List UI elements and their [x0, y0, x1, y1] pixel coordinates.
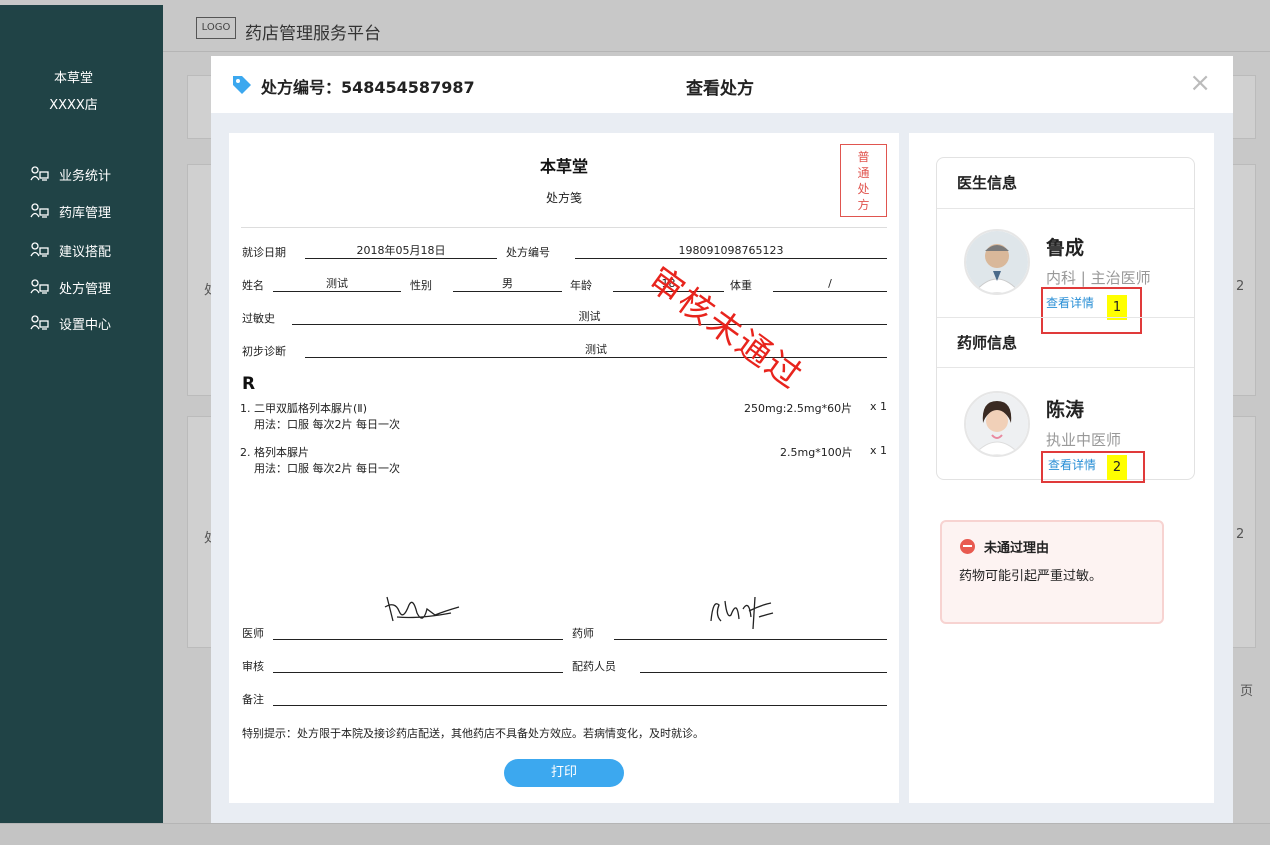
special-notice: 特别提示：处方限于本院及接诊药店配送，其他药店不具备处方效应。若病情变化，及时就… [242, 727, 704, 740]
store-branch: XXXX店 [49, 98, 98, 113]
sidebar-item-business-stats[interactable]: 业务统计 [30, 164, 111, 184]
background-row-text: 2 [1236, 527, 1245, 542]
sidebar-item-inventory[interactable]: 药库管理 [30, 201, 111, 221]
divider [241, 227, 887, 228]
doctor-avatar [964, 229, 1030, 295]
top-header: LOGO 药店管理服务平台 [163, 5, 1270, 52]
platform-title: 药店管理服务平台 [245, 24, 381, 44]
reject-title: 未通过理由 [984, 541, 1050, 556]
drug-name: 1. 二甲双胍格列本脲片(Ⅱ) [240, 402, 367, 415]
drug-spec: 250mg:2.5mg*60片 [744, 402, 853, 415]
doctor-sign-line [273, 624, 563, 640]
pharmacist-title: 执业中医师 [1046, 431, 1122, 449]
store-name: 本草堂 [53, 71, 93, 86]
user-computer-icon [30, 166, 50, 182]
review-label: 审核 [242, 660, 264, 673]
doctor-title: 内科 | 主治医师 [1046, 269, 1151, 287]
pharmacist-sign-line [614, 624, 887, 640]
gender-value: 男 [453, 276, 562, 292]
sidebar-item-prescriptions[interactable]: 处方管理 [30, 277, 111, 297]
stamp-text: 普通处方 [857, 150, 870, 212]
drug-qty: x 1 [870, 400, 888, 413]
prescription-paper: 本草堂 处方笺 普通处方 就诊日期 2018年05月18日 处方编号 19809… [229, 133, 899, 803]
drug-name: 2. 格列本脲片 [240, 446, 309, 459]
dispenser-label: 配药人员 [572, 660, 616, 673]
visit-date-label: 就诊日期 [242, 246, 286, 259]
rx-no-value: 198091098765123 [575, 243, 887, 259]
minus-circle-icon [960, 539, 975, 554]
remark-label: 备注 [242, 693, 264, 706]
sidebar-item-label: 处方管理 [59, 281, 112, 297]
background-pager-text: 页 [1240, 684, 1254, 699]
user-computer-icon [30, 315, 50, 331]
prescription-number: 处方编号：548454587987 [261, 78, 475, 97]
doctor-name: 鲁成 [1046, 237, 1085, 259]
allergy-label: 过敏史 [242, 312, 275, 325]
remark-line [273, 690, 887, 706]
user-computer-icon [30, 203, 50, 219]
doctor-label: 医师 [242, 627, 264, 640]
sidebar-item-label: 药库管理 [59, 205, 112, 221]
reject-reason-box: 未通过理由 药物可能引起严重过敏。 [940, 520, 1164, 624]
form-name: 处方笺 [545, 191, 582, 205]
pharmacist-name: 陈涛 [1046, 399, 1085, 421]
annotation-number: 2 [1107, 455, 1127, 480]
sidebar-item-label: 业务统计 [59, 168, 112, 184]
staff-info-card: 医生信息 鲁成 内科 | 主治医师 查看详情 1 药师信息 陈涛 执业中医师 查… [936, 157, 1195, 483]
sidebar-item-suggestions[interactable]: 建议搭配 [30, 240, 111, 260]
sidebar-item-settings[interactable]: 设置中心 [30, 313, 111, 333]
gender-label: 性别 [410, 279, 432, 292]
review-sign-line [273, 657, 563, 673]
review-failed-stamp: 审核未通过 [640, 259, 810, 398]
weight-label: 体重 [730, 279, 752, 292]
logo: LOGO [196, 17, 236, 39]
pharmacist-section-title: 药师信息 [937, 317, 1194, 368]
rx-symbol: R [242, 374, 256, 394]
diagnosis-label: 初步诊断 [242, 345, 286, 358]
user-computer-icon [30, 242, 50, 258]
bottom-strip [0, 823, 1270, 845]
info-panel: 医生信息 鲁成 内科 | 主治医师 查看详情 1 药师信息 陈涛 执业中医师 查… [909, 133, 1214, 803]
visit-date-value: 2018年05月18日 [305, 243, 497, 259]
modal-header: 处方编号：548454587987 查看处方 × [211, 56, 1233, 113]
age-label: 年龄 [570, 279, 592, 292]
close-icon[interactable]: × [1189, 70, 1211, 96]
name-value: 测试 [273, 276, 401, 292]
print-button[interactable]: 打印 [504, 759, 624, 787]
prescription-modal: 处方编号：548454587987 查看处方 × 本草堂 处方笺 普通处方 就诊… [211, 56, 1233, 823]
annotation-box [1041, 451, 1145, 483]
tag-icon [231, 74, 253, 100]
drug-spec: 2.5mg*100片 [780, 446, 853, 459]
allergy-value: 测试 [292, 309, 887, 325]
drug-qty: x 1 [870, 444, 888, 457]
pharmacy-name: 本草堂 [539, 157, 588, 176]
user-computer-icon [30, 279, 50, 295]
sidebar-item-label: 设置中心 [59, 317, 112, 333]
prescription-type-stamp: 普通处方 [840, 144, 887, 217]
weight-value: / [773, 276, 887, 292]
dispenser-sign-line [640, 657, 887, 673]
pharmacist-avatar [964, 391, 1030, 457]
doctor-section-title: 医生信息 [937, 158, 1194, 209]
rx-no-label: 处方编号 [506, 246, 550, 259]
reject-reason: 药物可能引起严重过敏。 [959, 569, 1103, 584]
background-row-text: 2 [1236, 279, 1245, 294]
pharmacist-label: 药师 [572, 627, 594, 640]
modal-title: 查看处方 [686, 79, 754, 99]
drug-usage: 用法：口服 每次2片 每日一次 [254, 462, 400, 475]
drug-usage: 用法：口服 每次2片 每日一次 [254, 418, 400, 431]
name-label: 姓名 [242, 279, 264, 292]
sidebar-item-label: 建议搭配 [59, 244, 112, 260]
sidebar: 本草堂 XXXX店 业务统计 药库管理 建议搭配 处方管理 设置中心 [0, 5, 163, 823]
